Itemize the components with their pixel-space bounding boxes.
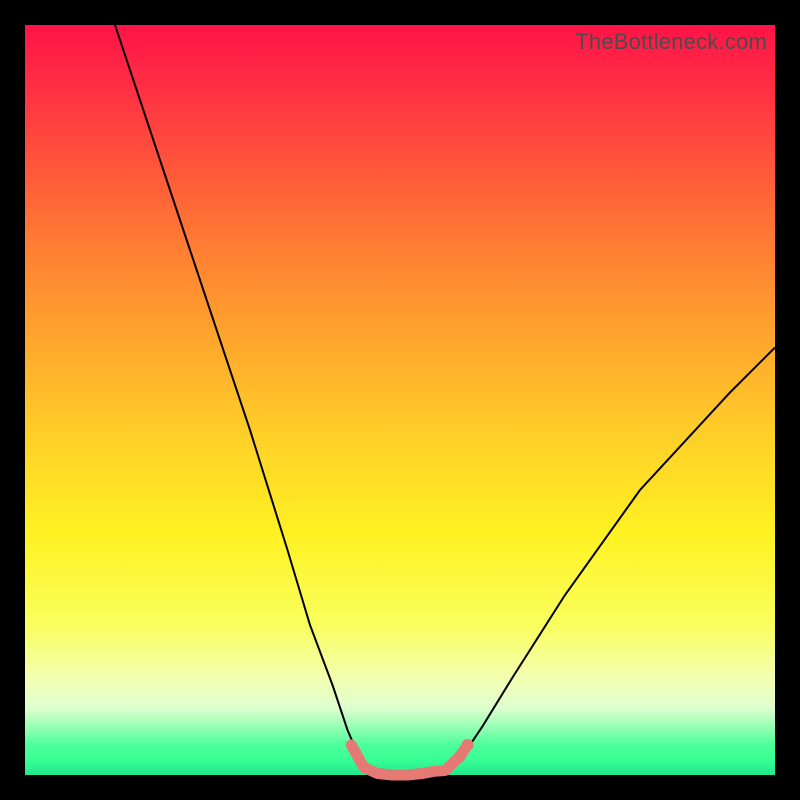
data-markers <box>351 740 473 776</box>
left-curve <box>115 25 370 775</box>
right-curve <box>445 348 775 776</box>
curve-layer <box>25 25 775 775</box>
chart-frame: TheBottleneck.com <box>0 0 800 800</box>
plot-area: TheBottleneck.com <box>25 25 775 775</box>
